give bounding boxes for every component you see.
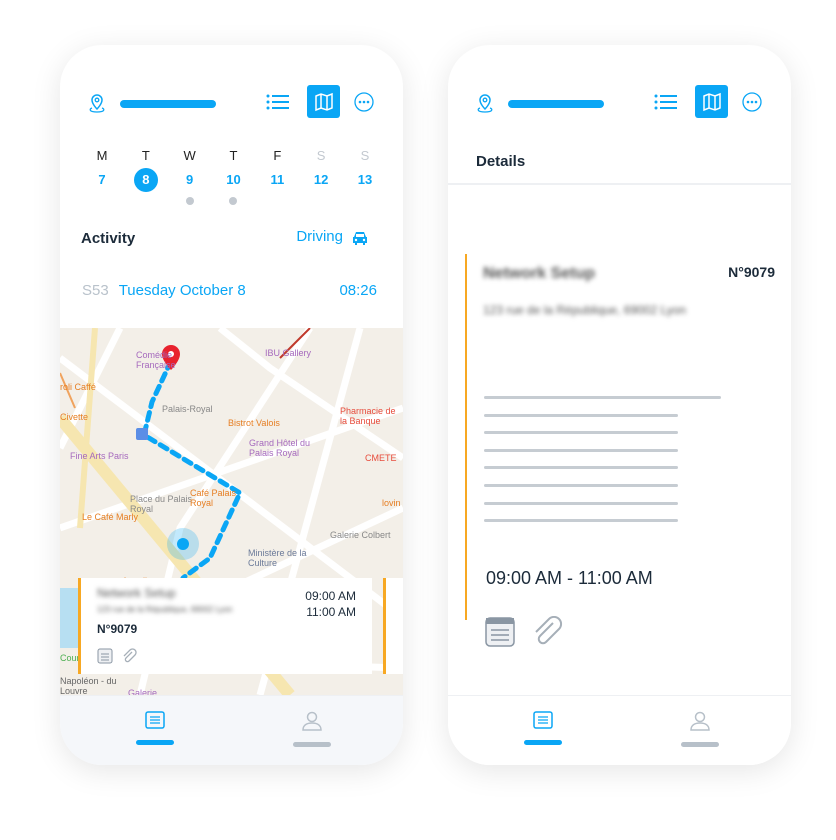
title-placeholder-bar (120, 100, 216, 108)
event-dot (185, 197, 194, 205)
activity-label: Activity (81, 230, 136, 247)
job-number: N°9079 (97, 622, 138, 636)
job-number: N°9079 (728, 264, 775, 280)
more-icon[interactable] (354, 92, 374, 112)
map-label[interactable]: Ministère de la Culture (248, 548, 318, 568)
map-label[interactable]: Palais-Royal (162, 404, 213, 414)
week-calendar: M 7 T 8 W 9 T 10 F 11 S 12 S 13 (82, 148, 385, 205)
day-number: 11 (270, 172, 285, 187)
calendar-day[interactable]: S 12 (301, 148, 341, 205)
week-number: S53 (82, 282, 109, 299)
date-label: Tuesday October 8 (118, 282, 246, 299)
job-card[interactable]: Network Setup 123 rue de la République, … (78, 578, 372, 674)
job-start: 09:00 AM (305, 589, 356, 603)
day-letter: W (183, 148, 196, 163)
day-letter: M (96, 148, 108, 163)
map-label[interactable]: Galerie Colbert (330, 530, 391, 540)
paperclip-icon[interactable] (531, 616, 563, 648)
day-letter: T (141, 148, 150, 163)
map-label[interactable]: Civette (60, 412, 88, 422)
day-number: 12 (313, 172, 329, 187)
user-icon (690, 711, 710, 731)
next-job-card[interactable] (383, 578, 403, 674)
description-placeholder (484, 396, 721, 537)
divider (448, 183, 791, 185)
more-icon[interactable] (742, 92, 762, 112)
calendar-day[interactable]: M7 (82, 148, 122, 205)
calendar-day[interactable]: F 11 (257, 148, 297, 205)
map-view-button[interactable] (307, 85, 340, 118)
day-letter: S (316, 148, 326, 163)
job-address: 123 rue de la République, 69002 Lyon (97, 605, 233, 614)
location-pin-icon[interactable] (476, 93, 494, 115)
car-icon[interactable] (351, 231, 369, 246)
header (448, 85, 791, 121)
day-letter: S (360, 148, 370, 163)
map-label[interactable]: Pharmacie de la Banque (340, 406, 403, 426)
job-detail-card: Network Setup N°9079 123 rue de la Répub… (465, 254, 775, 647)
map-label[interactable]: Café Palais Royal (190, 488, 260, 508)
day-number: 10 (226, 172, 241, 187)
phone-details-view: Details Network Setup N°9079 123 rue de … (448, 45, 791, 765)
list-card-icon (533, 711, 553, 729)
map-label[interactable]: roli Caffé (60, 382, 96, 392)
checklist-icon[interactable] (97, 648, 113, 664)
calendar-day[interactable]: W9 (170, 148, 210, 205)
bottom-nav (60, 695, 403, 765)
day-letter: T (229, 148, 238, 163)
day-number: 8 (133, 168, 158, 192)
map-label[interactable]: IBU Gallery (265, 348, 311, 358)
map-label[interactable]: Napoléon - du Louvre (60, 676, 130, 695)
job-title: Network Setup (97, 586, 176, 600)
list-icon[interactable] (266, 93, 290, 111)
calendar-day[interactable]: T 10 (213, 148, 253, 205)
map-label[interactable]: Galerie (128, 688, 157, 695)
job-title: Network Setup (483, 265, 596, 282)
map-label[interactable]: Bistrot Valois (228, 418, 280, 428)
details-title: Details (476, 153, 526, 170)
job-times: 09:00 AM 11:00 AM (305, 588, 356, 620)
map-label[interactable]: Grand Hôtel du Palais Royal (249, 438, 319, 458)
calendar-day[interactable]: S 13 (345, 148, 385, 205)
map-icon (702, 92, 721, 111)
checklist-icon[interactable] (485, 617, 515, 647)
day-letter: F (273, 148, 282, 163)
title-placeholder-bar (508, 100, 604, 108)
phone-map-view: M 7 T 8 W 9 T 10 F 11 S 12 S 13 Activity Driving S53 T… (60, 45, 403, 765)
map-view-button[interactable] (695, 85, 728, 118)
day-number: 9 (186, 172, 194, 187)
map-icon (314, 92, 333, 111)
map-label[interactable]: Le Café Marly (82, 512, 138, 522)
start-time: 08:26 (339, 282, 377, 299)
driving-mode[interactable]: Driving (296, 228, 343, 245)
job-end: 11:00 AM (306, 605, 356, 619)
paperclip-icon[interactable] (121, 648, 137, 664)
nav-profile[interactable] (292, 711, 332, 747)
nav-jobs[interactable] (135, 711, 175, 745)
map-label[interactable]: CMETE (365, 453, 397, 463)
day-number: 13 (357, 172, 373, 187)
map[interactable]: Comédie Française IBU Gallery roli Caffé Pa… (60, 328, 403, 695)
time-range: 09:00 AM - 11:00 AM (486, 568, 653, 588)
list-icon[interactable] (654, 93, 678, 111)
day-row[interactable]: S53 Tuesday October 8 08:26 (82, 282, 377, 299)
map-label[interactable]: Fine Arts Paris (70, 451, 129, 461)
nav-jobs[interactable] (523, 711, 563, 745)
nav-profile[interactable] (680, 711, 720, 747)
list-card-icon (145, 711, 165, 729)
map-label[interactable]: lovin (382, 498, 401, 508)
calendar-day[interactable]: T8 (126, 148, 166, 205)
bottom-nav (448, 695, 791, 765)
user-icon (302, 711, 322, 731)
event-dot (229, 197, 238, 205)
day-number: 7 (98, 172, 106, 187)
job-address: 123 rue de la République, 69002 Lyon (483, 303, 687, 317)
map-label[interactable]: Cour (60, 653, 80, 663)
map-label[interactable]: Comédie Française (136, 350, 206, 370)
location-pin-icon[interactable] (88, 93, 106, 115)
header (60, 85, 403, 121)
